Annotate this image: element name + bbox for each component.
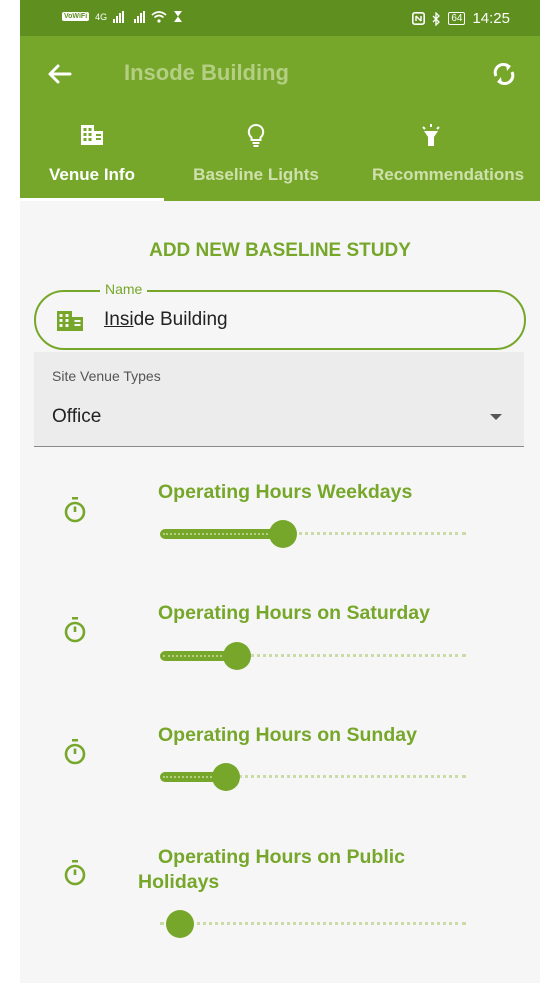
slider-thumb[interactable] — [166, 910, 194, 938]
tab-indicator — [20, 198, 164, 201]
tab-recommendations[interactable]: Recommendations — [360, 112, 540, 201]
flashlight-icon — [422, 124, 440, 146]
slider-thumb[interactable] — [268, 520, 297, 548]
bluetooth-icon — [432, 11, 441, 26]
stopwatch-icon — [64, 739, 86, 765]
slider-track — [160, 922, 466, 925]
slider-thumb[interactable] — [223, 642, 252, 670]
name-value-rest: de Building — [133, 309, 228, 330]
venue-type-label: Site Venue Types — [52, 368, 161, 384]
nfc-icon — [412, 12, 426, 25]
venue-type-select[interactable]: Site Venue Types Office — [34, 352, 524, 447]
status-indicators-left: VoWiFi 4G — [62, 10, 183, 23]
lightbulb-icon — [247, 123, 265, 147]
tab-label: Venue Info — [49, 165, 135, 184]
name-input[interactable]: Name Inside Building — [34, 281, 526, 350]
form-heading: ADD NEW BASELINE STUDY — [149, 240, 411, 261]
venue-type-value: Office — [52, 406, 102, 427]
hours-label: Operating Hours on Sunday — [158, 724, 417, 746]
slider-active-track — [160, 529, 283, 539]
public-holidays-hours-slider[interactable] — [160, 909, 466, 939]
sunday-hours-slider[interactable] — [160, 762, 466, 792]
signal-2-icon — [134, 10, 146, 23]
building-icon — [81, 125, 103, 145]
hours-label: Operating Hours on Public Holidays — [138, 846, 406, 893]
app-screen: VoWiFi 4G 64 14:25 Insode Building Venue… — [20, 0, 540, 983]
battery-icon: 64 — [448, 12, 466, 25]
wifi-icon — [151, 11, 167, 23]
clock: 14:25 — [472, 10, 510, 27]
status-indicators-right: 64 14:25 — [412, 10, 510, 27]
app-bar: Insode Building — [20, 36, 540, 112]
dropdown-arrow-icon[interactable] — [490, 414, 502, 420]
tab-venue-info[interactable]: Venue Info — [20, 112, 164, 201]
tab-baseline-lights[interactable]: Baseline Lights — [172, 112, 340, 201]
sync-icon[interactable] — [486, 56, 522, 92]
hours-label: Operating Hours Weekdays — [158, 481, 413, 503]
page-title: Insode Building — [124, 60, 289, 85]
signal-icon — [113, 10, 125, 23]
name-value: Inside Building — [104, 309, 228, 331]
slider-thumb[interactable] — [211, 763, 240, 791]
stopwatch-icon — [64, 860, 86, 886]
name-label: Name — [100, 281, 148, 297]
weekdays-hours-slider[interactable] — [160, 519, 466, 549]
tab-bar: Venue Info Baseline Lights Recommendatio… — [20, 112, 540, 201]
tab-label: Recommendations — [372, 165, 525, 184]
tab-label: Baseline Lights — [193, 165, 319, 184]
hours-label: Operating Hours on Saturday — [158, 602, 430, 624]
hourglass-icon — [174, 11, 183, 22]
network-type: 4G — [95, 11, 108, 22]
vowifi-badge: VoWiFi — [62, 12, 90, 21]
building-icon — [57, 311, 83, 331]
saturday-hours-slider[interactable] — [160, 641, 466, 671]
status-bar: VoWiFi 4G 64 14:25 — [20, 0, 540, 36]
back-arrow-icon[interactable] — [42, 56, 78, 92]
stopwatch-icon — [64, 497, 86, 523]
stopwatch-icon — [64, 617, 86, 643]
name-value-underlined: Insi — [104, 309, 134, 330]
